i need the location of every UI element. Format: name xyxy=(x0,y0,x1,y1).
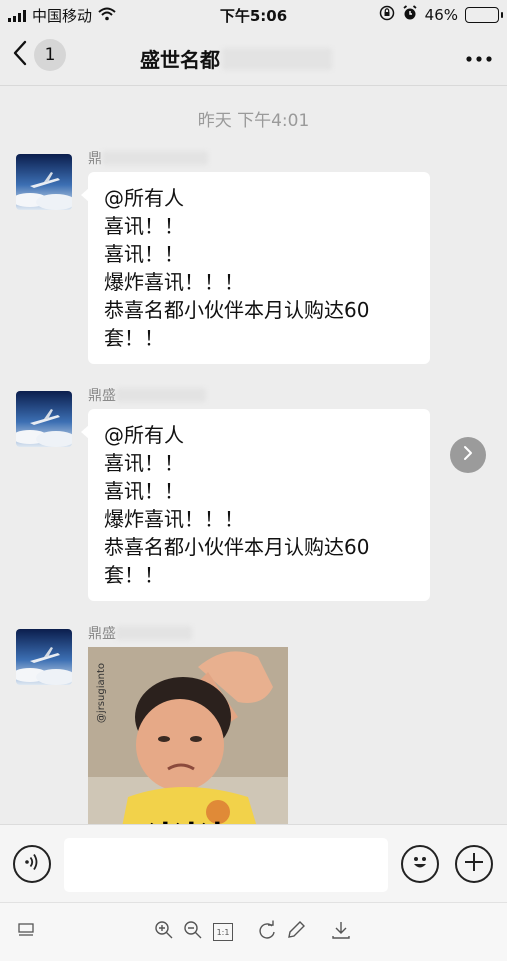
message-line: 喜讯！！ xyxy=(104,451,184,475)
sticker-caption: 冲冲冲 xyxy=(88,816,288,824)
zoom-out-icon xyxy=(183,920,203,944)
zoom-in-icon xyxy=(154,920,174,944)
rotation-lock-icon xyxy=(379,5,395,25)
message-line: @所有人 xyxy=(104,423,184,447)
message-input[interactable] xyxy=(64,838,388,892)
sender-name: 鼎盛 xyxy=(88,623,192,643)
emoji-icon xyxy=(408,850,432,878)
layout-icon xyxy=(17,922,35,942)
message-line: 恭喜名都小伙伴本月认购达60 xyxy=(104,535,370,559)
voice-icon xyxy=(22,852,42,876)
actual-size-icon: 1:1 xyxy=(213,923,233,941)
sticker-watermark: @jrsugianto xyxy=(96,663,107,724)
page-title: 盛世名都 xyxy=(140,44,332,73)
sender-name-text: 鼎盛 xyxy=(88,626,116,642)
sticker-image[interactable]: @jrsugianto 冲冲冲 xyxy=(88,647,288,824)
sender-name: 鼎盛 xyxy=(88,385,206,405)
download-button[interactable] xyxy=(330,921,352,943)
unread-badge: 1 xyxy=(34,39,66,71)
rotate-icon xyxy=(257,920,277,944)
message-line: 爆炸喜讯！！！ xyxy=(104,507,244,531)
redacted-title xyxy=(222,47,332,70)
chat-title: 盛世名都 xyxy=(140,48,220,72)
forward-icon xyxy=(462,445,474,465)
emoji-button[interactable] xyxy=(401,845,439,883)
baby-sticker-illustration xyxy=(88,647,288,824)
redacted-name xyxy=(116,388,206,402)
input-bar xyxy=(0,824,507,902)
more-button[interactable] xyxy=(465,44,493,69)
message-line: 喜讯！！ xyxy=(104,479,184,503)
sender-name-text: 鼎盛 xyxy=(88,388,116,404)
zoom-in-button[interactable] xyxy=(153,921,175,943)
message-line: 爆炸喜讯！！！ xyxy=(104,270,244,294)
voice-button[interactable] xyxy=(13,845,51,883)
redacted-name xyxy=(116,626,192,640)
message-line: 套！！ xyxy=(104,563,164,587)
status-right: 46% xyxy=(379,5,503,25)
nav-bar: 1 盛世名都 xyxy=(0,30,507,86)
rotate-button[interactable] xyxy=(256,920,278,944)
message-line: 喜讯！！ xyxy=(104,242,184,266)
avatar[interactable] xyxy=(16,154,72,210)
actual-size-button[interactable]: 1:1 xyxy=(212,921,234,943)
battery-percent: 46% xyxy=(424,6,458,24)
message-line: 套！！ xyxy=(104,326,164,350)
chevron-left-icon xyxy=(12,40,28,70)
edit-button[interactable] xyxy=(285,921,307,943)
redacted-name xyxy=(102,151,208,165)
zoom-out-button[interactable] xyxy=(182,921,204,943)
plus-icon xyxy=(463,851,485,877)
sender-name-text: 鼎 xyxy=(88,151,102,167)
alarm-icon xyxy=(402,5,418,25)
sender-name: 鼎 xyxy=(88,148,208,168)
more-actions-button[interactable] xyxy=(455,845,493,883)
message-bubble[interactable]: @所有人 喜讯！！ 喜讯！！ 爆炸喜讯！！！ 恭喜名都小伙伴本月认购达60 套！… xyxy=(81,172,430,364)
download-icon xyxy=(331,920,351,944)
message-line: @所有人 xyxy=(104,186,184,210)
message-bubble[interactable]: @所有人 喜讯！！ 喜讯！！ 爆炸喜讯！！！ 恭喜名都小伙伴本月认购达60 套！… xyxy=(81,409,430,601)
more-icon xyxy=(465,44,493,69)
battery-icon xyxy=(465,7,503,23)
forward-button[interactable] xyxy=(450,437,486,473)
message-line: 喜讯！！ xyxy=(104,214,184,238)
layout-button[interactable] xyxy=(15,921,37,943)
chat-area[interactable]: 昨天 下午4:01 鼎 @所有人 喜讯！！ 喜讯！！ 爆炸喜讯！！！ 恭喜名都小… xyxy=(0,86,507,824)
message-timestamp: 昨天 下午4:01 xyxy=(197,111,310,131)
status-bar: 中国移动 下午5:06 46% xyxy=(0,0,507,30)
message-line: 恭喜名都小伙伴本月认购达60 xyxy=(104,298,370,322)
viewer-toolbar: 1:1 xyxy=(0,902,507,961)
avatar[interactable] xyxy=(16,629,72,685)
edit-icon xyxy=(286,920,306,944)
avatar[interactable] xyxy=(16,391,72,447)
back-button[interactable]: 1 xyxy=(12,39,66,71)
